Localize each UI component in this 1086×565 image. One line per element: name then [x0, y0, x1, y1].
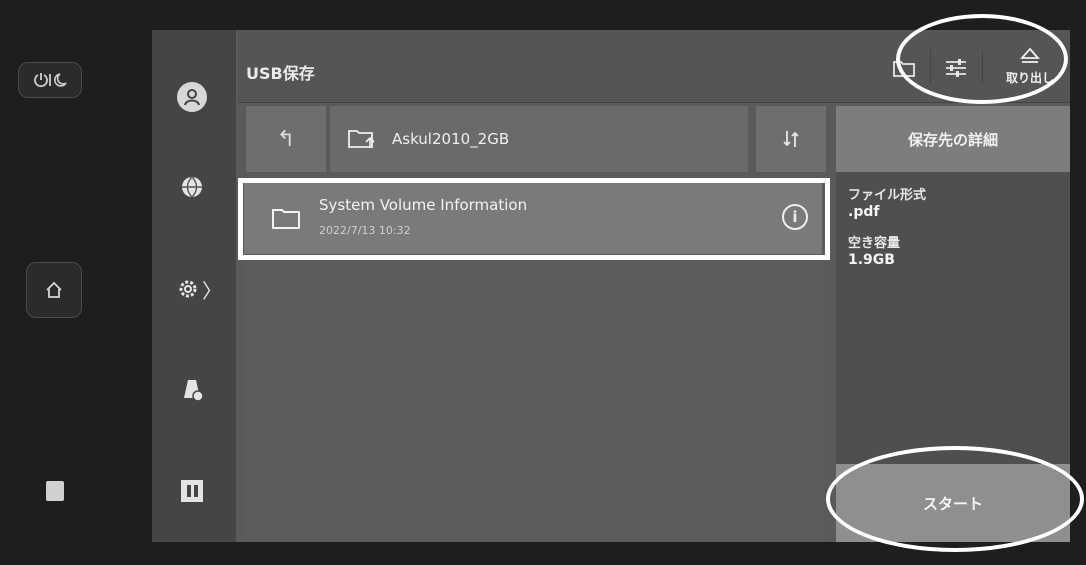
current-folder-bar: Askul2010_2GB [330, 106, 748, 172]
nav-printer-settings[interactable] [164, 364, 220, 414]
user-icon [177, 82, 207, 112]
nav-settings[interactable]: 〉 [164, 264, 234, 314]
globe-icon [182, 176, 202, 198]
parent-folder-button[interactable]: ↰ [246, 106, 326, 172]
home-button[interactable] [26, 262, 82, 318]
settings-chevron: 〉 [202, 278, 222, 303]
highlight-ellipse [826, 446, 1084, 552]
nav-globe[interactable] [164, 162, 220, 212]
printer-settings-icon [184, 380, 204, 402]
format-label: ファイル形式 [848, 188, 927, 203]
free-space-label: 空き容量 [848, 236, 901, 251]
file-list-empty-area [244, 258, 822, 542]
free-space-value: 1.9GB [848, 252, 895, 268]
destination-details-button[interactable]: 保存先の詳細 [836, 106, 1070, 172]
pause-icon [181, 480, 203, 502]
highlight-box [238, 178, 830, 260]
page-title: USB保存 [246, 64, 315, 83]
power-sleep-icon [34, 73, 67, 88]
nav-user[interactable] [164, 72, 220, 122]
power-button[interactable] [18, 62, 82, 98]
nav-pause[interactable] [164, 466, 220, 516]
sort-button[interactable] [756, 106, 826, 172]
usb-folder-icon [348, 130, 375, 148]
settings-icon [179, 280, 197, 298]
home-icon [46, 281, 62, 298]
highlight-ellipse [896, 14, 1068, 104]
up-arrow-icon: ↰ [276, 126, 296, 152]
side-nav: 〉 [152, 30, 236, 542]
sort-icon [783, 131, 799, 147]
nfc-icon [46, 481, 64, 501]
current-folder-name: Askul2010_2GB [392, 130, 510, 148]
format-value: .pdf [848, 204, 880, 220]
